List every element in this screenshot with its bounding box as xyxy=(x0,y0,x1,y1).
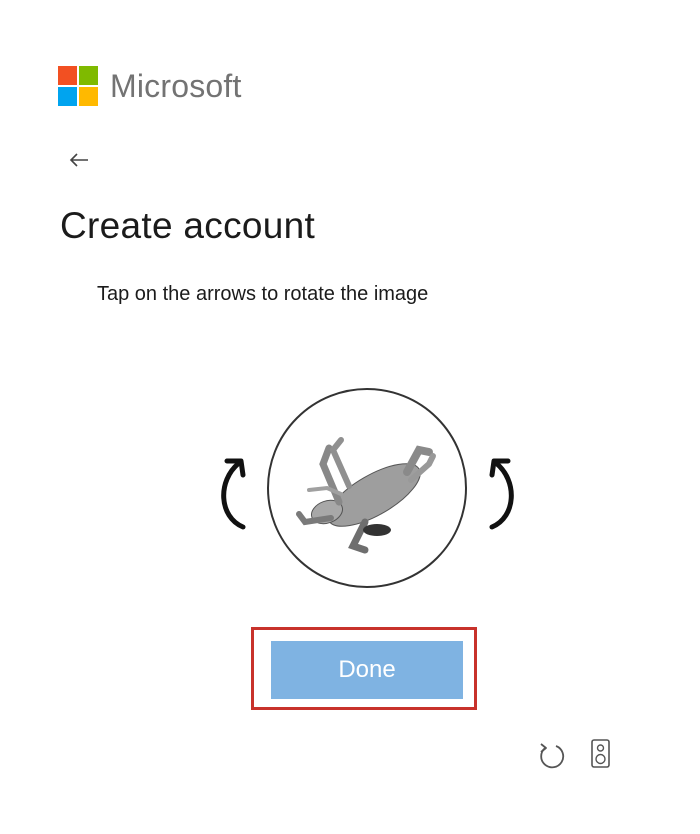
brand-name: Microsoft xyxy=(110,67,242,104)
rotate-left-button[interactable] xyxy=(205,445,257,535)
instruction-text: Tap on the arrows to rotate the image xyxy=(97,283,429,305)
back-button[interactable] xyxy=(64,144,96,176)
rotate-counterclockwise-icon xyxy=(221,458,246,530)
refresh-icon xyxy=(540,743,565,769)
audio-challenge-button[interactable] xyxy=(590,738,620,770)
rotate-right-button[interactable] xyxy=(478,445,530,535)
microsoft-logo-icon xyxy=(58,66,98,106)
rotation-puzzle xyxy=(205,385,530,595)
page-title: Create account xyxy=(60,205,316,246)
speaker-icon xyxy=(591,739,610,768)
arrow-left-icon xyxy=(69,153,88,167)
done-button[interactable]: Done xyxy=(271,641,463,699)
rotatable-image xyxy=(267,388,467,588)
done-highlight-box: Done xyxy=(251,627,477,710)
rotate-clockwise-icon xyxy=(489,458,514,530)
refresh-button[interactable] xyxy=(537,738,567,770)
microsoft-logo: Microsoft xyxy=(58,66,242,106)
animal-figure xyxy=(296,437,436,554)
